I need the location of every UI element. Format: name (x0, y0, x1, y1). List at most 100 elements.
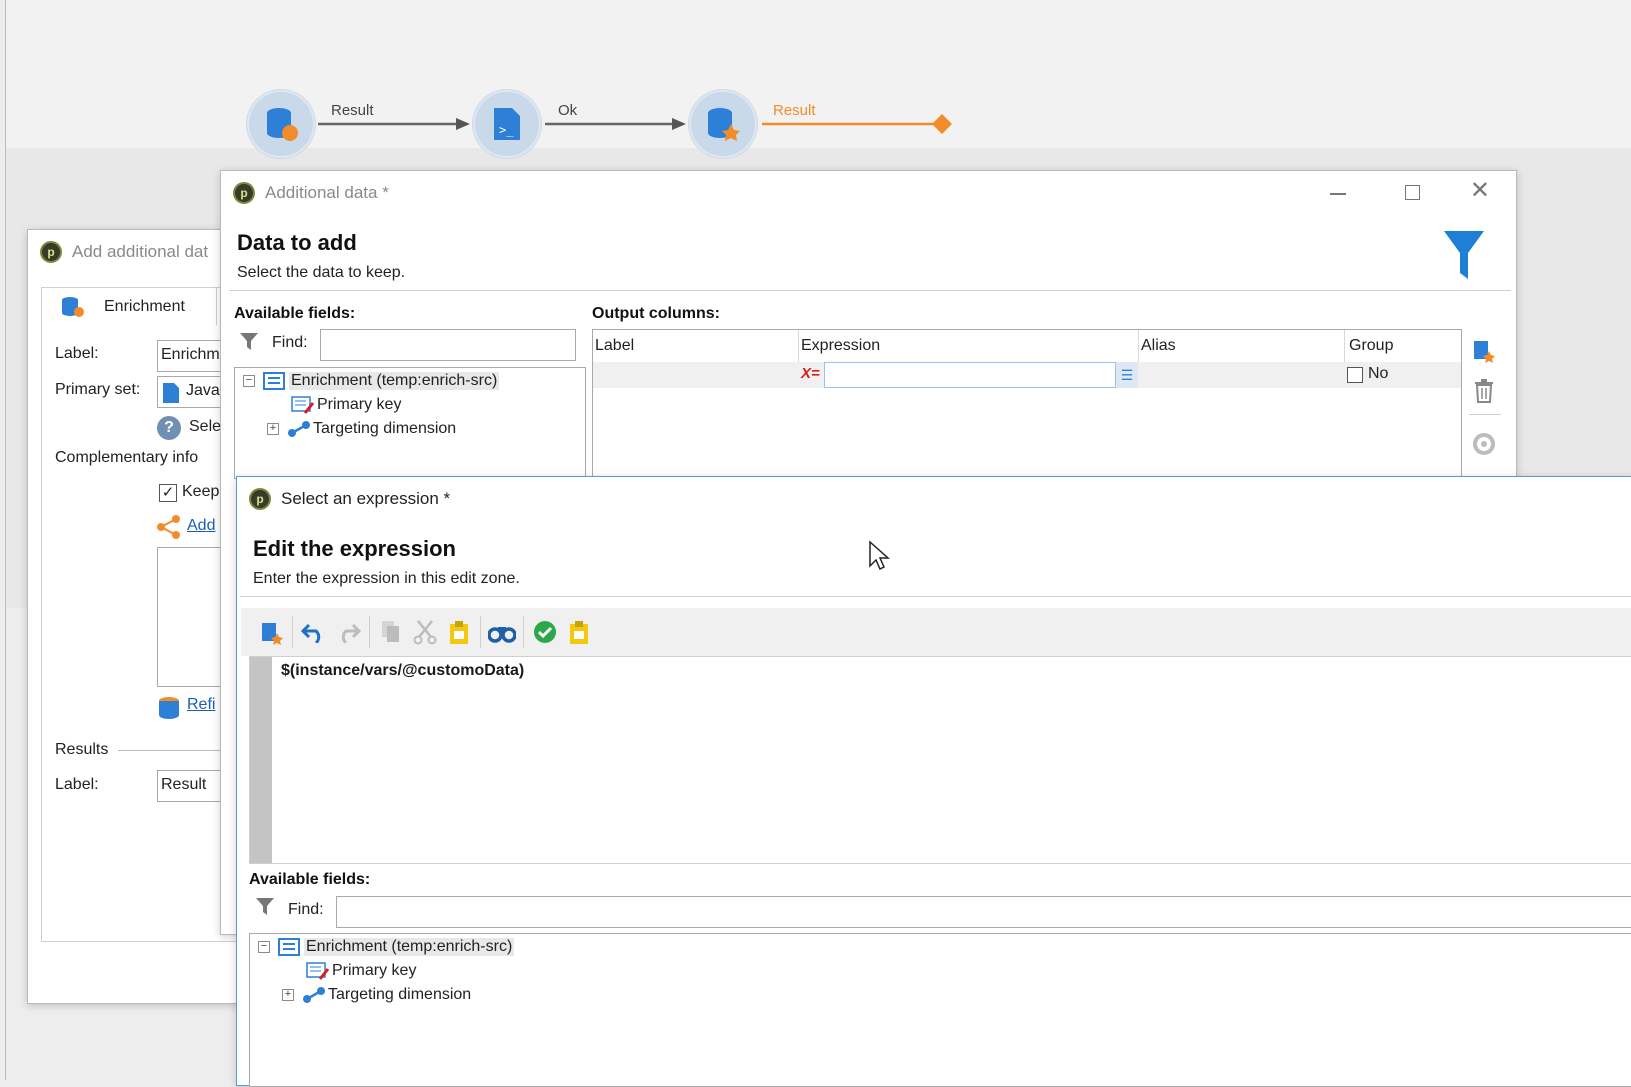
add-column-icon[interactable] (1471, 337, 1495, 363)
copy-icon[interactable] (374, 615, 408, 649)
fields-tree[interactable]: − Enrichment (temp:enrich-src) Primary k… (234, 367, 586, 479)
app-logo-icon: p (249, 488, 271, 510)
funnel-icon (240, 333, 258, 350)
script-file-icon: >_ (494, 108, 520, 140)
column-header-expression[interactable]: Expression (799, 330, 1139, 362)
dialog-titlebar: p Select an expression * (237, 477, 1631, 521)
script-node[interactable]: >_ (473, 90, 541, 158)
maximize-button[interactable] (1405, 185, 1420, 200)
find-input[interactable] (320, 329, 576, 361)
tab-enrichment[interactable]: Enrichment (41, 287, 217, 325)
group-checkbox[interactable] (1347, 367, 1363, 383)
undo-icon[interactable] (297, 615, 331, 649)
app-logo-icon: p (233, 182, 255, 204)
primary-set-caption: Primary set: (55, 381, 141, 398)
toolbar-separator (480, 616, 481, 648)
enrichment-tab-icon (62, 296, 84, 317)
enrichment-node[interactable] (689, 90, 757, 158)
tree-label: Targeting dimension (328, 986, 472, 1003)
app-logo-icon: p (40, 241, 62, 263)
check-icon[interactable] (528, 615, 562, 649)
edge-label-result-out: Result (773, 102, 816, 119)
expression-prefix: X= (801, 365, 820, 382)
tree-label: Targeting dimension (313, 420, 457, 437)
keep-checkbox[interactable]: ✓ (159, 484, 177, 502)
link-icon (288, 421, 310, 437)
keep-text: Keep (182, 483, 220, 500)
expression-edit-icon[interactable]: ☰ (1116, 362, 1138, 388)
primary-set-value: Java: (186, 382, 225, 399)
script-file-icon (163, 383, 179, 403)
page-subtitle: Select the data to keep. (237, 264, 406, 281)
find-caption: Find: (288, 901, 324, 918)
fields-tree[interactable]: − Enrichment (temp:enrich-src) Primary k… (249, 933, 1631, 1087)
dialog-title: Select an expression * (281, 489, 451, 508)
select-text[interactable]: Sele (189, 418, 221, 436)
funnel-icon (256, 898, 274, 915)
svg-text:>_: >_ (499, 123, 514, 137)
help-icon[interactable]: ? (157, 416, 181, 440)
refresh-icon[interactable] (1471, 431, 1497, 457)
add-field-icon[interactable] (254, 615, 288, 649)
column-header-label[interactable]: Label (593, 330, 799, 362)
toolbar-separator (369, 616, 370, 648)
minimize-button[interactable] (1330, 193, 1346, 195)
find-icon[interactable] (485, 615, 519, 649)
paste-icon[interactable] (442, 615, 476, 649)
close-button[interactable]: ✕ (1470, 179, 1490, 203)
tree-label: Primary key (332, 962, 417, 979)
dialog-title: Additional data * (265, 183, 389, 202)
primary-key-icon (291, 396, 315, 414)
trash-icon[interactable] (1473, 378, 1495, 404)
expression-editor[interactable]: $(instance/vars/@customoData) (249, 656, 1631, 864)
cut-icon[interactable] (408, 615, 442, 649)
grid-row[interactable]: X= ☰ No (593, 362, 1461, 388)
dialog-title: Add additional dat (72, 242, 209, 261)
find-input[interactable] (336, 896, 1631, 928)
query-node[interactable] (247, 90, 315, 158)
refine-icon (159, 697, 179, 719)
refine-link[interactable]: Refi (187, 696, 215, 714)
output-columns-caption: Output columns: (592, 305, 720, 322)
label-caption: Label: (55, 345, 99, 362)
output-columns-grid[interactable]: Label Expression Alias Group X= ☰ No (592, 329, 1462, 479)
expand-icon[interactable]: + (282, 989, 294, 1001)
expression-text[interactable]: $(instance/vars/@customoData) (281, 662, 524, 680)
edge-label-result: Result (331, 102, 374, 119)
tree-item-enrichment[interactable]: − Enrichment (temp:enrich-src) (258, 938, 515, 956)
collapse-icon[interactable]: − (258, 941, 270, 953)
toolbar-separator (292, 616, 293, 648)
tree-item-targeting-dimension[interactable]: + Targeting dimension (267, 420, 456, 438)
redo-icon[interactable] (331, 615, 365, 649)
find-caption: Find: (272, 334, 308, 351)
toolbar-divider (1469, 414, 1501, 415)
tree-item-primary-key[interactable]: Primary key (306, 962, 416, 980)
enrichment-icon (708, 108, 740, 141)
group-value: No (1368, 365, 1389, 382)
mouse-cursor-icon (869, 540, 890, 571)
column-header-group[interactable]: Group (1345, 330, 1461, 362)
primary-key-icon (306, 962, 330, 980)
select-expression-dialog: p Select an expression * Edit the expres… (236, 476, 1631, 1087)
share-icon (157, 515, 180, 539)
collapse-icon[interactable]: − (243, 375, 255, 387)
tree-item-enrichment[interactable]: − Enrichment (temp:enrich-src) (243, 372, 500, 390)
expression-input[interactable] (824, 362, 1116, 388)
expand-icon[interactable]: + (267, 423, 279, 435)
edge-label-ok: Ok (558, 102, 578, 119)
tree-label: Enrichment (temp:enrich-src) (304, 938, 515, 956)
result-label-caption: Label: (55, 776, 99, 793)
add-link[interactable]: Add (187, 517, 215, 535)
complementary-caption: Complementary info (55, 449, 199, 466)
page-title: Edit the expression (253, 536, 456, 561)
grid-header: Label Expression Alias Group (593, 330, 1461, 362)
tree-item-targeting-dimension[interactable]: + Targeting dimension (282, 986, 471, 1004)
schema-icon (278, 938, 300, 956)
column-header-alias[interactable]: Alias (1139, 330, 1345, 362)
page-title: Data to add (237, 230, 357, 255)
tree-item-primary-key[interactable]: Primary key (291, 396, 401, 414)
schema-icon (263, 372, 285, 390)
page-subtitle: Enter the expression in this edit zone. (253, 570, 520, 587)
paste-special-icon[interactable] (562, 615, 596, 649)
expression-toolbar (241, 608, 1631, 656)
